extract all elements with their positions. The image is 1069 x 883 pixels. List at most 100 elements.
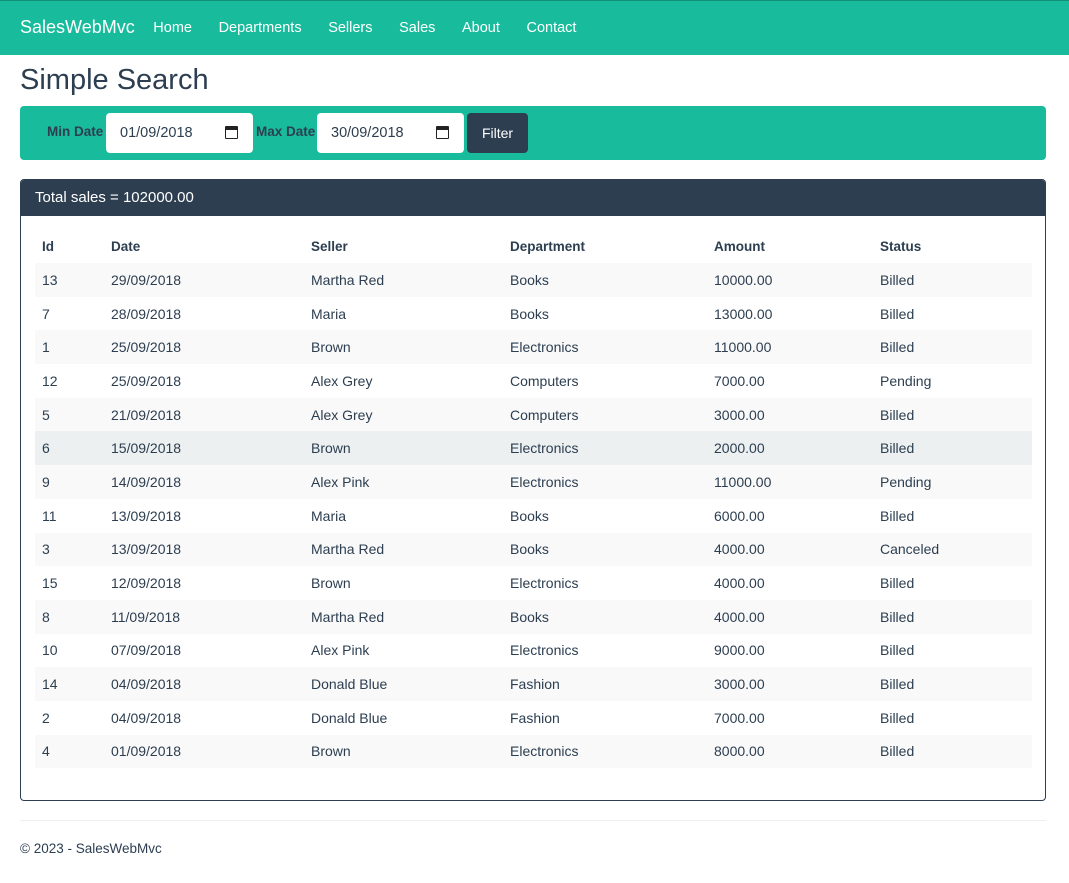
cell-amount: 4000.00 <box>714 575 765 592</box>
max-date-value: 30/09/2018 <box>331 125 404 141</box>
cell-department: Fashion <box>510 676 560 693</box>
total-sales-heading: Total sales = 102000.00 <box>21 180 1045 216</box>
nav-link-sellers[interactable]: Sellers <box>315 1 386 56</box>
sales-table: Id Date Seller Department Amount Status … <box>35 229 1032 769</box>
cell-seller: Brown <box>311 440 351 457</box>
cell-status: Billed <box>880 676 915 693</box>
max-date-input[interactable]: 30/09/2018 <box>317 113 464 153</box>
cell-department: Books <box>510 271 549 288</box>
cell-id: 15 <box>42 575 58 592</box>
cell-amount: 4000.00 <box>714 541 765 558</box>
cell-id: 5 <box>42 406 50 423</box>
cell-status: Billed <box>880 743 915 760</box>
cell-status: Billed <box>880 507 915 524</box>
cell-seller: Alex Pink <box>311 473 370 490</box>
filter-button[interactable]: Filter <box>467 113 528 153</box>
cell-date: 21/09/2018 <box>111 406 182 423</box>
calendar-icon[interactable] <box>436 126 449 139</box>
table-row: 12 25/09/2018 Alex Grey Computers 7000.00 Pen… <box>35 364 1032 398</box>
min-date-input[interactable]: 01/09/2018 <box>106 113 253 153</box>
max-date-label: Max Date <box>256 124 316 139</box>
cell-id: 1 <box>42 339 50 356</box>
cell-date: 29/09/2018 <box>111 271 182 288</box>
cell-amount: 10000.00 <box>714 271 773 288</box>
sales-table-wrapper: Id Date Seller Department Amount Status … <box>35 229 1032 769</box>
column-header-department: Department <box>510 238 586 254</box>
page-title: Simple Search <box>20 64 209 96</box>
min-date-value: 01/09/2018 <box>120 125 193 141</box>
cell-seller: Martha Red <box>311 541 385 558</box>
column-header-amount: Amount <box>714 238 765 254</box>
nav-link-about[interactable]: About <box>449 1 514 56</box>
cell-id: 3 <box>42 541 50 558</box>
cell-date: 11/09/2018 <box>111 608 181 625</box>
cell-status: Billed <box>880 271 915 288</box>
table-row: 3 13/09/2018 Martha Red Books 4000.00 Cancele… <box>35 532 1032 567</box>
cell-id: 7 <box>42 305 50 322</box>
min-date-label: Min Date <box>47 124 104 139</box>
cell-date: 12/09/2018 <box>111 575 182 592</box>
cell-status: Pending <box>880 372 932 389</box>
nav-link-sales[interactable]: Sales <box>386 1 449 56</box>
cell-amount: 3000.00 <box>714 406 765 423</box>
cell-id: 10 <box>42 642 58 659</box>
cell-id: 6 <box>42 440 50 457</box>
table-row: 4 01/09/2018 Brown Electronics 8000.00 Billed <box>35 734 1032 769</box>
cell-seller: Donald Blue <box>311 709 388 726</box>
table-row: 15 12/09/2018 Brown Electronics 4000.00 Bille… <box>35 566 1032 600</box>
nav-link-departments[interactable]: Departments <box>205 1 315 56</box>
cell-department: Electronics <box>510 473 579 490</box>
cell-seller: Alex Pink <box>311 642 370 659</box>
cell-seller: Donald Blue <box>311 676 388 693</box>
cell-department: Computers <box>510 372 579 389</box>
cell-department: Books <box>510 507 549 524</box>
table-row: 5 21/09/2018 Alex Grey Computers 3000.00 Bill… <box>35 397 1032 432</box>
cell-seller: Maria <box>311 507 347 524</box>
cell-seller: Martha Red <box>311 608 385 625</box>
cell-department: Fashion <box>510 709 560 726</box>
cell-seller: Maria <box>311 305 347 322</box>
brand-link[interactable]: SalesWebMvc <box>20 17 135 38</box>
column-header-status: Status <box>880 238 922 254</box>
cell-status: Billed <box>880 608 915 625</box>
table-row: 2 04/09/2018 Donald Blue Fashion 7000.00 Bill… <box>35 701 1032 735</box>
cell-department: Books <box>510 305 549 322</box>
table-row: 14 04/09/2018 Donald Blue Fashion 3000.00 Bil… <box>35 667 1032 701</box>
cell-status: Billed <box>880 406 915 423</box>
cell-seller: Alex Grey <box>311 372 373 389</box>
cell-id: 9 <box>42 473 50 490</box>
cell-department: Electronics <box>510 575 579 592</box>
cell-id: 8 <box>42 608 50 625</box>
cell-date: 04/09/2018 <box>111 709 182 726</box>
cell-amount: 11000.00 <box>714 339 772 356</box>
calendar-icon[interactable] <box>225 126 238 139</box>
cell-date: 07/09/2018 <box>111 642 182 659</box>
cell-date: 14/09/2018 <box>111 473 182 490</box>
cell-department: Computers <box>510 406 579 423</box>
cell-status: Billed <box>880 709 915 726</box>
cell-status: Billed <box>880 339 915 356</box>
cell-seller: Alex Grey <box>311 406 373 423</box>
nav-link-home[interactable]: Home <box>140 1 205 56</box>
cell-department: Electronics <box>510 642 579 659</box>
cell-department: Books <box>510 608 549 625</box>
cell-date: 25/09/2018 <box>111 372 182 389</box>
table-row: 10 07/09/2018 Alex Pink Electronics 9000.00 B… <box>35 634 1032 668</box>
cell-id: 11 <box>42 507 57 524</box>
cell-status: Billed <box>880 440 915 457</box>
nav-link-contact[interactable]: Contact <box>513 1 590 56</box>
cell-amount: 7000.00 <box>714 709 765 726</box>
cell-date: 04/09/2018 <box>111 676 182 693</box>
table-row: 11 13/09/2018 Maria Books 6000.00 Billed <box>35 499 1032 533</box>
cell-department: Electronics <box>510 440 579 457</box>
cell-department: Electronics <box>510 743 579 760</box>
cell-id: 14 <box>42 676 58 693</box>
footer-text: © 2023 - SalesWebMvc <box>20 841 162 856</box>
cell-date: 25/09/2018 <box>111 339 182 356</box>
cell-amount: 6000.00 <box>714 507 765 524</box>
cell-department: Books <box>510 541 549 558</box>
cell-status: Canceled <box>880 541 940 558</box>
table-header-row: Id Date Seller Department Amount Status <box>35 229 1032 263</box>
cell-status: Pending <box>880 473 932 490</box>
table-row: 7 28/09/2018 Maria Books 13000.00 Billed <box>35 297 1032 331</box>
